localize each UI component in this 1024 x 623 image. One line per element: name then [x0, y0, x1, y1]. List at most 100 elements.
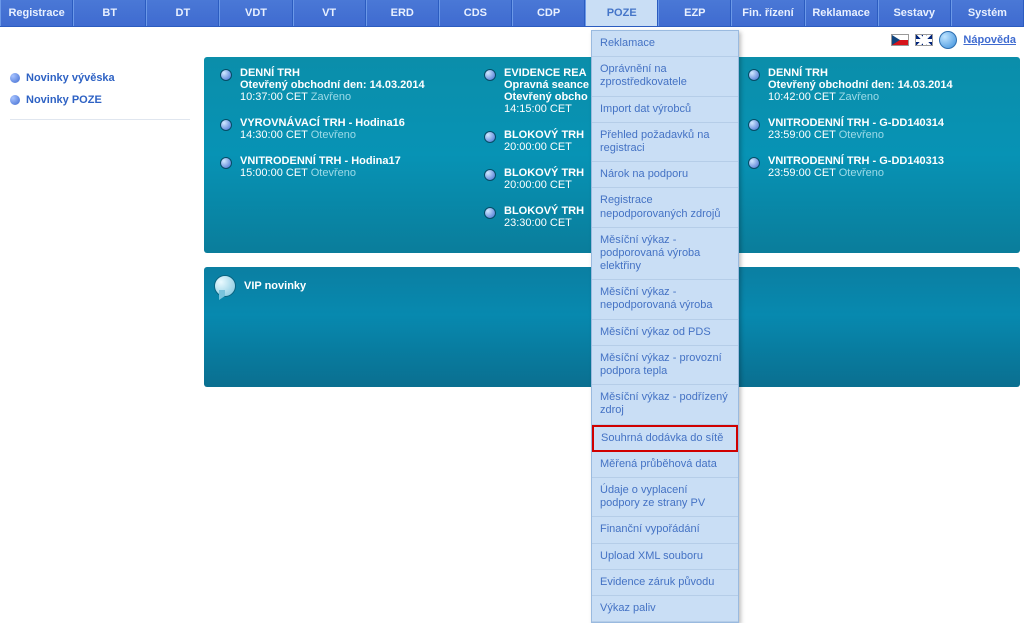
- bullet-icon: [484, 207, 496, 219]
- news-time-value: 15:00:00 CET: [240, 167, 311, 179]
- news-column: DENNÍ TRHOtevřený obchodní den: 14.03.20…: [744, 67, 1008, 243]
- dropdown-item[interactable]: Souhrná dodávka do sítě: [592, 425, 738, 452]
- dropdown-item[interactable]: Údaje o vyplacení podpory ze strany PV: [592, 478, 738, 517]
- news-state: Otevřeno: [839, 129, 884, 141]
- news-title: BLOKOVÝ TRH: [504, 167, 584, 179]
- news-time-value: 20:00:00 CET: [504, 141, 572, 153]
- dropdown-item[interactable]: Oprávnění na zprostředkovatele: [592, 57, 738, 96]
- dropdown-item[interactable]: Měsíční výkaz - provozní podpora tepla: [592, 346, 738, 385]
- news-title: VNITRODENNÍ TRH - Hodina17: [240, 155, 401, 167]
- news-item-body: VNITRODENNÍ TRH - Hodina1715:00:00 CET O…: [240, 155, 401, 179]
- dropdown-item[interactable]: Měsíční výkaz - podřízený zdroj: [592, 385, 738, 424]
- bullet-icon: [10, 73, 20, 83]
- menu-item-cdp[interactable]: CDP: [512, 0, 585, 26]
- divider: [10, 119, 190, 120]
- news-title: VNITRODENNÍ TRH - G-DD140314: [768, 117, 944, 129]
- dropdown-item[interactable]: Přehled požadavků na registraci: [592, 123, 738, 162]
- menu-item-ezp[interactable]: EZP: [658, 0, 731, 26]
- dropdown-item[interactable]: Měsíční výkaz - nepodporovaná výroba: [592, 280, 738, 319]
- sidebar-link[interactable]: Novinky POZE: [10, 89, 190, 111]
- news-time: 10:37:00 CET Zavřeno: [240, 91, 425, 103]
- speech-bubble-icon: [214, 275, 236, 297]
- dropdown-item[interactable]: Měřená průběhová data: [592, 452, 738, 478]
- flag-cz-icon[interactable]: [891, 34, 909, 46]
- news-subtitle: Opravná seance: [504, 79, 589, 91]
- news-subtitle: Otevřený obcho: [504, 91, 589, 103]
- menu-item-vdt[interactable]: VDT: [219, 0, 292, 26]
- dropdown-item[interactable]: Import dat výrobců: [592, 97, 738, 123]
- news-item-body: VNITRODENNÍ TRH - G-DD14031423:59:00 CET…: [768, 117, 944, 141]
- menu-item-fin-zen-[interactable]: Fin. řízení: [731, 0, 804, 26]
- menu-item-bt[interactable]: BT: [73, 0, 146, 26]
- dropdown-item[interactable]: Měsíční výkaz - podporovaná výroba elekt…: [592, 228, 738, 281]
- bullet-icon: [484, 131, 496, 143]
- news-state: Otevřeno: [839, 167, 884, 179]
- news-item-body: DENNÍ TRHOtevřený obchodní den: 14.03.20…: [240, 67, 425, 103]
- poze-dropdown: ReklamaceOprávnění na zprostředkovateleI…: [591, 30, 739, 623]
- news-time: 10:42:00 CET Zavřeno: [768, 91, 953, 103]
- sidebar-link-label: Novinky vývěska: [26, 72, 115, 84]
- menu-item-cds[interactable]: CDS: [439, 0, 512, 26]
- menu-item-sestavy[interactable]: Sestavy: [878, 0, 951, 26]
- news-item[interactable]: VNITRODENNÍ TRH - Hodina1715:00:00 CET O…: [220, 155, 476, 179]
- news-state: Zavřeno: [839, 91, 879, 103]
- news-time-value: 23:59:00 CET: [768, 167, 839, 179]
- sidebar-link[interactable]: Novinky vývěska: [10, 67, 190, 89]
- vip-title: VIP novinky: [244, 280, 306, 292]
- news-title: DENNÍ TRH: [768, 67, 953, 79]
- news-title: BLOKOVÝ TRH: [504, 129, 584, 141]
- dropdown-item[interactable]: Reklamace: [592, 31, 738, 57]
- news-item-body: VNITRODENNÍ TRH - G-DD14031323:59:00 CET…: [768, 155, 944, 179]
- help-link[interactable]: Nápověda: [963, 34, 1016, 46]
- globe-icon: [939, 31, 957, 49]
- bullet-icon: [484, 69, 496, 81]
- news-time-value: 14:30:00 CET: [240, 129, 311, 141]
- news-time: 23:59:00 CET Otevřeno: [768, 129, 944, 141]
- news-time: 14:15:00 CET: [504, 103, 589, 115]
- news-time-value: 23:30:00 CET: [504, 217, 572, 229]
- dropdown-item[interactable]: Upload XML souboru: [592, 544, 738, 570]
- header-row: Nápověda: [0, 27, 1024, 53]
- menu-item-registrace[interactable]: Registrace: [0, 0, 73, 26]
- dropdown-item[interactable]: Registrace nepodporovaných zdrojů: [592, 188, 738, 227]
- news-item-body: VYROVNÁVACÍ TRH - Hodina1614:30:00 CET O…: [240, 117, 405, 141]
- sidebar-link-label: Novinky POZE: [26, 94, 102, 106]
- news-subtitle: Otevřený obchodní den: 14.03.2014: [240, 79, 425, 91]
- news-title: BLOKOVÝ TRH: [504, 205, 584, 217]
- menu-item-reklamace[interactable]: Reklamace: [805, 0, 878, 26]
- news-state: Zavřeno: [311, 91, 351, 103]
- news-item[interactable]: VNITRODENNÍ TRH - G-DD14031423:59:00 CET…: [748, 117, 1004, 141]
- dropdown-item[interactable]: Evidence záruk původu: [592, 570, 738, 596]
- news-item-body: EVIDENCE REAOpravná seanceOtevřený obcho…: [504, 67, 589, 115]
- menu-item-vt[interactable]: VT: [293, 0, 366, 26]
- flag-uk-icon[interactable]: [915, 34, 933, 46]
- menu-item-syst-m[interactable]: Systém: [951, 0, 1024, 26]
- dropdown-item[interactable]: Finanční vypořádání: [592, 517, 738, 543]
- news-state: Otevřeno: [311, 167, 356, 179]
- menu-item-dt[interactable]: DT: [146, 0, 219, 26]
- bullet-icon: [220, 157, 232, 169]
- bullet-icon: [10, 95, 20, 105]
- bullet-icon: [220, 119, 232, 131]
- menu-item-erd[interactable]: ERD: [366, 0, 439, 26]
- news-time-value: 20:00:00 CET: [504, 179, 572, 191]
- news-item[interactable]: DENNÍ TRHOtevřený obchodní den: 14.03.20…: [220, 67, 476, 103]
- news-title: DENNÍ TRH: [240, 67, 425, 79]
- bullet-icon: [220, 69, 232, 81]
- menu-item-poze[interactable]: POZE: [585, 0, 658, 26]
- news-time: 20:00:00 CET: [504, 179, 584, 191]
- news-time-value: 14:15:00 CET: [504, 103, 572, 115]
- news-item[interactable]: VYROVNÁVACÍ TRH - Hodina1614:30:00 CET O…: [220, 117, 476, 141]
- bullet-icon: [748, 69, 760, 81]
- dropdown-item[interactable]: Výkaz paliv: [592, 596, 738, 622]
- bullet-icon: [748, 157, 760, 169]
- news-item[interactable]: VNITRODENNÍ TRH - G-DD14031323:59:00 CET…: [748, 155, 1004, 179]
- menubar: RegistraceBTDTVDTVTERDCDSCDPPOZEEZPFin. …: [0, 0, 1024, 27]
- news-time: 23:59:00 CET Otevřeno: [768, 167, 944, 179]
- bullet-icon: [484, 169, 496, 181]
- dropdown-item[interactable]: Měsíční výkaz od PDS: [592, 320, 738, 346]
- news-time-value: 10:42:00 CET: [768, 91, 839, 103]
- news-item[interactable]: DENNÍ TRHOtevřený obchodní den: 14.03.20…: [748, 67, 1004, 103]
- news-subtitle: Otevřený obchodní den: 14.03.2014: [768, 79, 953, 91]
- dropdown-item[interactable]: Nárok na podporu: [592, 162, 738, 188]
